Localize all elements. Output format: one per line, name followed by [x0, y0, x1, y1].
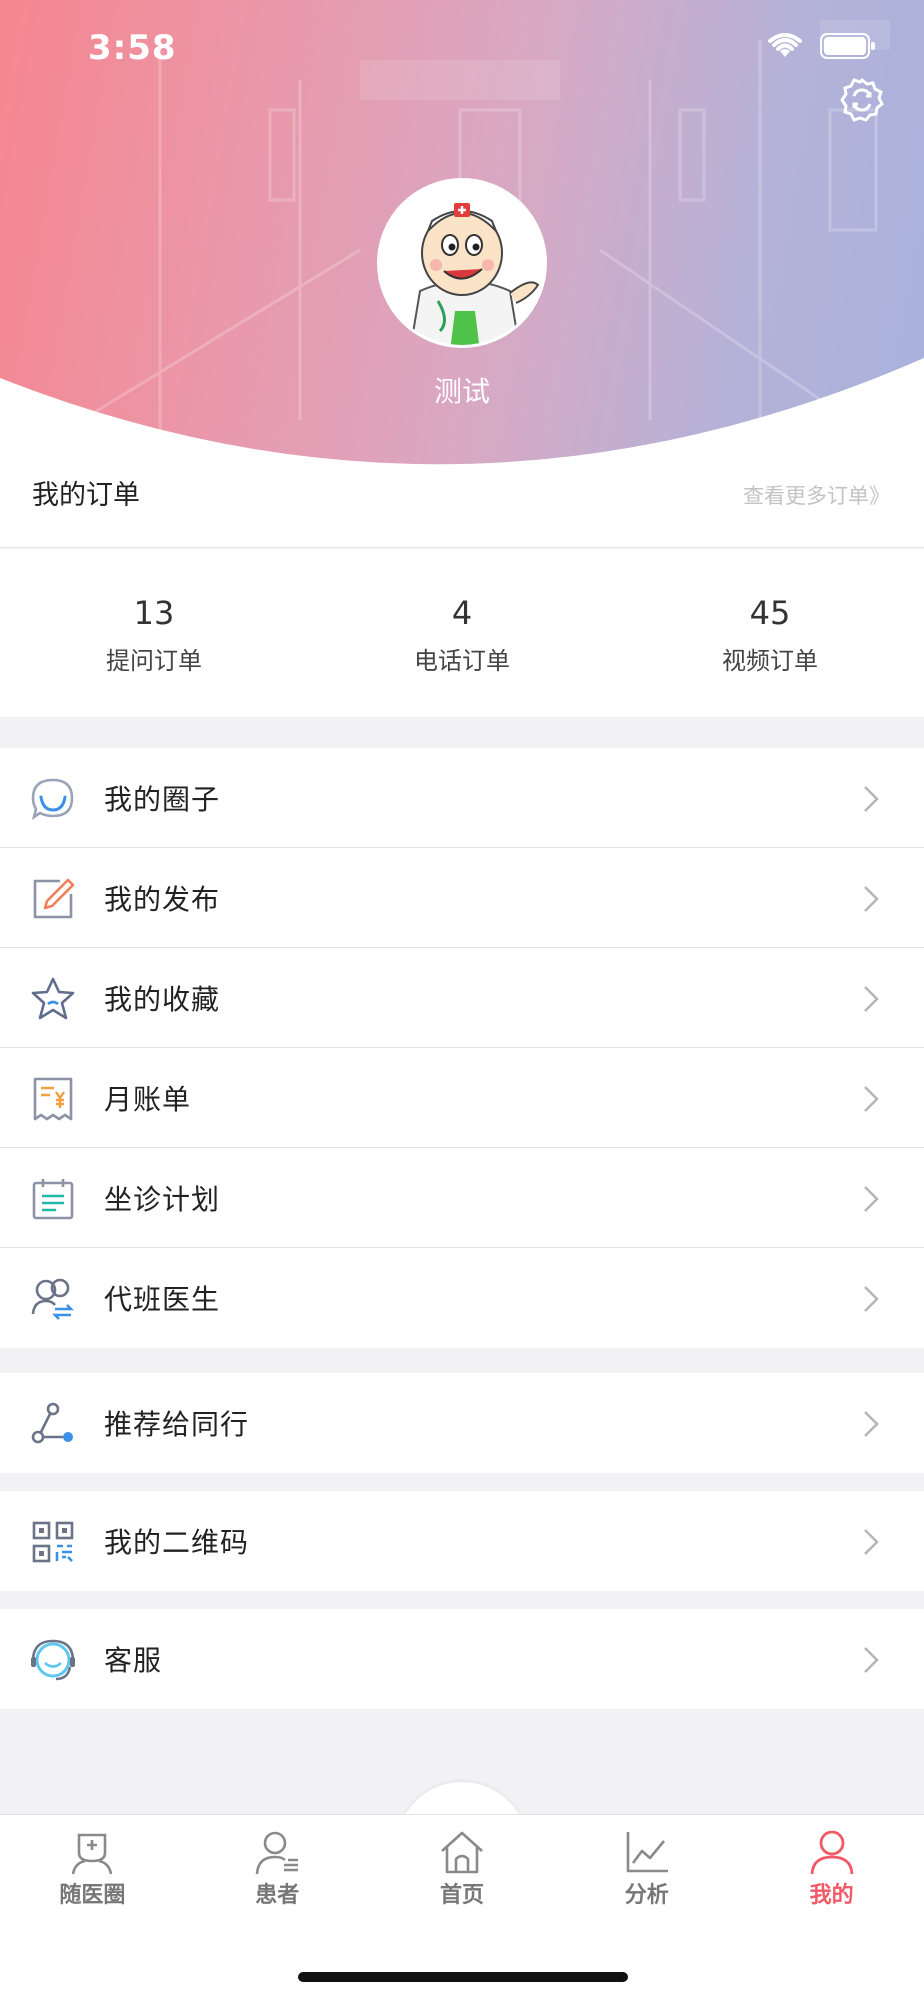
edit-icon: [33, 878, 75, 919]
tab-label: 随医圈: [59, 1883, 126, 1908]
menu-item-label: 我的二维码: [104, 1526, 250, 1559]
calendar-icon: [32, 1179, 74, 1220]
tab-home[interactable]: 首页: [370, 1815, 555, 1924]
wifi-icon: [768, 33, 802, 57]
chevron-right-icon: [864, 1411, 879, 1437]
tab-label: 首页: [439, 1883, 484, 1908]
phone-orders-stat[interactable]: 4 电话订单: [308, 549, 616, 717]
orders-title: 我的订单: [32, 480, 140, 511]
doctor-swap-icon: [31, 1278, 74, 1320]
orders-header: 我的订单 查看更多订单》: [0, 468, 924, 548]
video-orders-stat[interactable]: 45 视频订单: [616, 549, 924, 717]
home-indicator-area: [0, 1924, 924, 2000]
tab-bar: 随医圈 患者 首页 分析 我的: [0, 1814, 924, 1924]
menu-item-monthly-bill[interactable]: 月账单: [0, 1048, 924, 1148]
settings-gear-icon[interactable]: [838, 76, 886, 124]
stat-label: 视频订单: [722, 647, 818, 675]
tab-doctor-circle[interactable]: 随医圈: [0, 1815, 185, 1924]
question-orders-stat[interactable]: 13 提问订单: [0, 549, 308, 717]
tab-label: 我的: [809, 1883, 854, 1908]
username: 测试: [433, 375, 490, 408]
circle-chat-icon: [31, 778, 74, 820]
menu-item-recommend-to-peers[interactable]: 推荐给同行: [0, 1373, 924, 1473]
status-time: 3:58: [88, 28, 177, 68]
menu-item-clinic-schedule[interactable]: 坐诊计划: [0, 1148, 924, 1248]
chevron-right-icon: [864, 1286, 879, 1312]
chevron-right-icon: [864, 786, 879, 812]
menu-group-service: 客服: [0, 1609, 924, 1709]
tab-label: 患者: [255, 1883, 300, 1908]
view-more-orders-link[interactable]: 查看更多订单》: [743, 468, 890, 524]
menu-item-my-posts[interactable]: 我的发布: [0, 848, 924, 948]
menu-item-my-favorites[interactable]: 我的收藏: [0, 948, 924, 1048]
menu-item-substitute-doctor[interactable]: 代班医生: [0, 1248, 924, 1348]
menu-item-label: 月账单: [104, 1082, 192, 1116]
status-icons: [768, 32, 876, 60]
patient-icon: [255, 1831, 299, 1875]
doctor-cartoon-avatar-image: [380, 181, 544, 345]
tab-label: 分析: [624, 1883, 669, 1908]
chevron-right-icon: [864, 1086, 879, 1112]
stat-count: 13: [133, 594, 175, 632]
menu-item-label: 代班医生: [104, 1283, 221, 1316]
menu-group-main: 我的圈子 我的发布 我的收藏 月账单 坐诊计划 代班医生: [0, 748, 924, 1348]
menu-item-label: 客服: [104, 1644, 163, 1677]
stat-label: 电话订单: [414, 647, 510, 675]
stat-label: 提问订单: [106, 647, 202, 675]
menu-group-qrcode: 我的二维码: [0, 1491, 924, 1591]
doctor-icon: [72, 1833, 113, 1875]
bill-icon: [33, 1077, 73, 1121]
menu-item-my-circle[interactable]: 我的圈子: [0, 748, 924, 848]
user-icon: [810, 1830, 853, 1875]
tab-analysis[interactable]: 分析: [554, 1815, 739, 1924]
menu-item-my-qrcode[interactable]: 我的二维码: [0, 1491, 924, 1591]
home-icon: [441, 1831, 483, 1874]
home-indicator[interactable]: [298, 1972, 628, 1982]
avatar[interactable]: [377, 178, 547, 348]
chevron-right-icon: [864, 886, 879, 912]
stat-count: 4: [451, 594, 473, 632]
tab-mine[interactable]: 我的: [739, 1815, 924, 1924]
menu-group-share: 推荐给同行: [0, 1373, 924, 1473]
menu-item-label: 我的收藏: [104, 982, 221, 1016]
stat-count: 45: [749, 594, 791, 632]
headset-icon: [31, 1639, 75, 1681]
profile-header: 3:58 测试: [0, 0, 924, 470]
star-icon: [31, 977, 75, 1020]
share-icon: [31, 1402, 73, 1444]
chevron-right-icon: [864, 986, 879, 1012]
qrcode-icon: [32, 1521, 74, 1563]
chevron-right-icon: [864, 1186, 879, 1212]
menu-item-label: 我的圈子: [104, 782, 221, 816]
chevron-right-icon: [864, 1529, 879, 1555]
orders-stats: 13 提问订单 4 电话订单 45 视频订单: [0, 549, 924, 717]
chart-icon: [626, 1832, 668, 1873]
tab-patients[interactable]: 患者: [185, 1815, 370, 1924]
chevron-right-icon: [864, 1647, 879, 1673]
battery-icon: [820, 33, 875, 59]
menu-item-label: 我的发布: [104, 882, 221, 916]
menu-item-label: 坐诊计划: [104, 1182, 221, 1216]
menu-item-label: 推荐给同行: [104, 1408, 250, 1441]
menu-item-customer-service[interactable]: 客服: [0, 1609, 924, 1709]
